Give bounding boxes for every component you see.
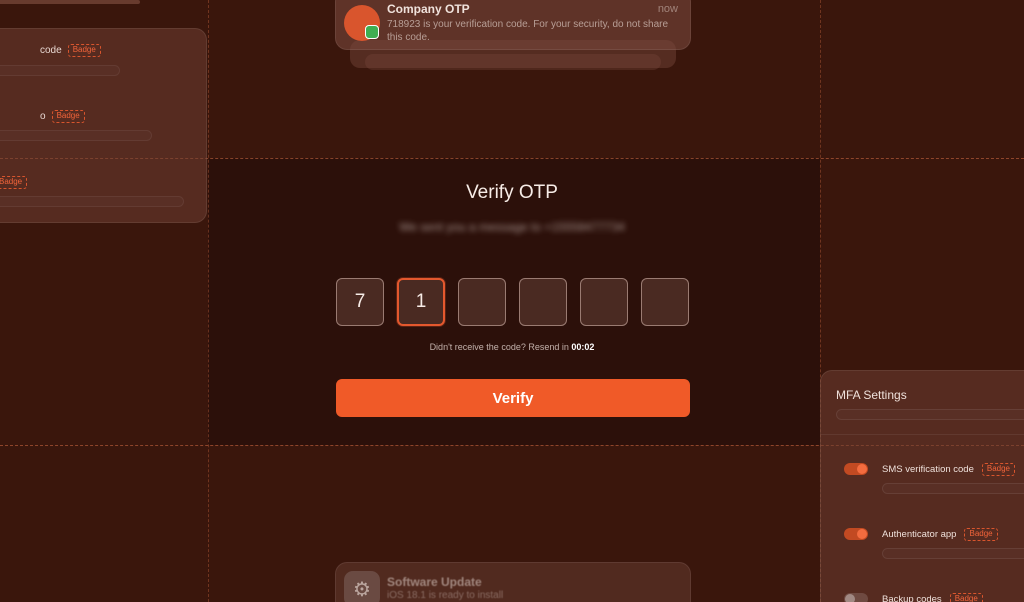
mfa-title-bar [836,409,1024,420]
left-row-label: o [40,110,46,122]
notification-stack [365,54,661,70]
otp-subtitle: We sent you a message to +15558477734 [399,220,625,234]
mfa-item-bar [882,548,1024,559]
sms-toggle[interactable] [844,463,868,476]
mfa-title: MFA Settings [836,388,907,402]
mfa-item-bar [882,483,1024,494]
left-row[interactable]: code Badge [40,44,101,57]
mfa-item-sms: SMS verification code Badge [844,463,1016,476]
otp-screen: code Badge o Badge Badge Company OTP now… [0,0,1024,602]
authenticator-toggle[interactable] [844,528,868,541]
left-row-bar [0,65,120,76]
badge: Badge [964,528,998,541]
otp-notification[interactable]: Company OTP now 718923 is your verificat… [335,0,691,50]
notification-title: Company OTP [387,2,470,16]
badge: Badge [51,110,85,123]
resend-text: Didn't receive the code? Resend in [429,342,569,352]
otp-input-group: 7 1 [336,278,690,326]
otp-digit-1[interactable]: 7 [336,278,384,326]
page-title: Verify OTP [466,182,558,203]
resend-message: Didn't receive the code? Resend in 00:02 [0,342,1024,352]
mfa-item-label: SMS verification code [882,463,974,475]
guide-line [208,0,209,602]
otp-digit-2[interactable]: 1 [397,278,445,326]
badge: Badge [981,463,1016,476]
notification-title: Software Update [387,575,482,589]
messages-icon [365,25,379,39]
notification-time: now [657,3,678,15]
mfa-item-label: Backup codes [882,593,942,602]
mfa-item-label: Authenticator app [882,528,957,540]
badge: Badge [67,44,101,57]
otp-digit-6[interactable] [641,278,689,326]
otp-digit-3[interactable] [458,278,506,326]
backup-codes-toggle[interactable] [844,593,868,602]
settings-gear-icon: ⚙ [344,571,380,602]
software-update-notification[interactable]: ⚙ Software Update iOS 18.1 is ready to i… [335,562,691,602]
left-row[interactable]: o Badge [40,110,85,123]
left-top-bar [0,0,140,4]
notification-body: iOS 18.1 is ready to install [387,590,504,601]
divider [821,434,1024,435]
mfa-item-authenticator: Authenticator app Badge [844,528,998,541]
badge: Badge [949,593,983,602]
left-row-label: code [40,44,62,56]
notification-body: 718923 is your verification code. For yo… [387,19,669,43]
otp-digit-4[interactable] [519,278,567,326]
mfa-item-backup: Backup codes Badge [844,593,983,602]
resend-timer: 00:02 [571,342,595,352]
left-row-bar [0,130,152,141]
verify-button[interactable]: Verify [336,379,690,417]
mfa-settings-card: MFA Settings SMS verification code Badge… [820,370,1024,602]
otp-digit-5[interactable] [580,278,628,326]
